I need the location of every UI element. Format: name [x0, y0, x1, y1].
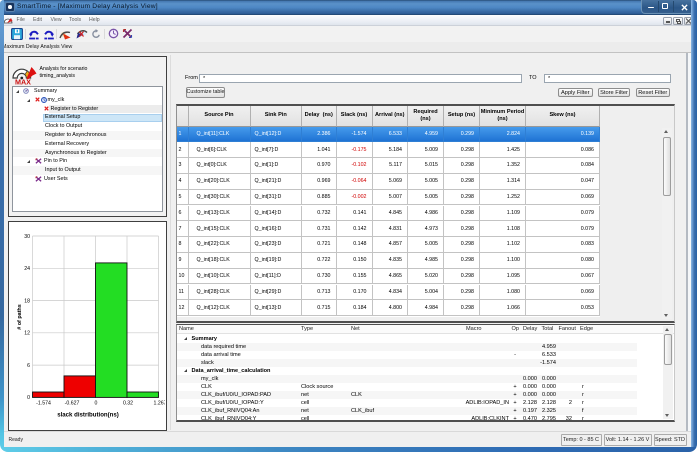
svg-text:0: 0: [94, 401, 97, 407]
svg-text:0: 0: [27, 395, 30, 401]
svg-text:18: 18: [24, 298, 30, 304]
svg-text:24: 24: [24, 266, 30, 272]
svg-text:30: 30: [24, 234, 30, 240]
svg-text:-1.574: -1.574: [36, 401, 51, 407]
svg-text:# of paths: # of paths: [17, 304, 23, 329]
svg-text:0.32: 0.32: [122, 401, 132, 407]
svg-text:6: 6: [27, 363, 30, 369]
svg-text:slack distribution(ns): slack distribution(ns): [57, 412, 119, 419]
svg-text:12: 12: [24, 331, 30, 337]
svg-text:-0.627: -0.627: [64, 401, 79, 407]
svg-text:1.267: 1.267: [153, 401, 164, 407]
svg-text:MAX: MAX: [15, 77, 31, 85]
